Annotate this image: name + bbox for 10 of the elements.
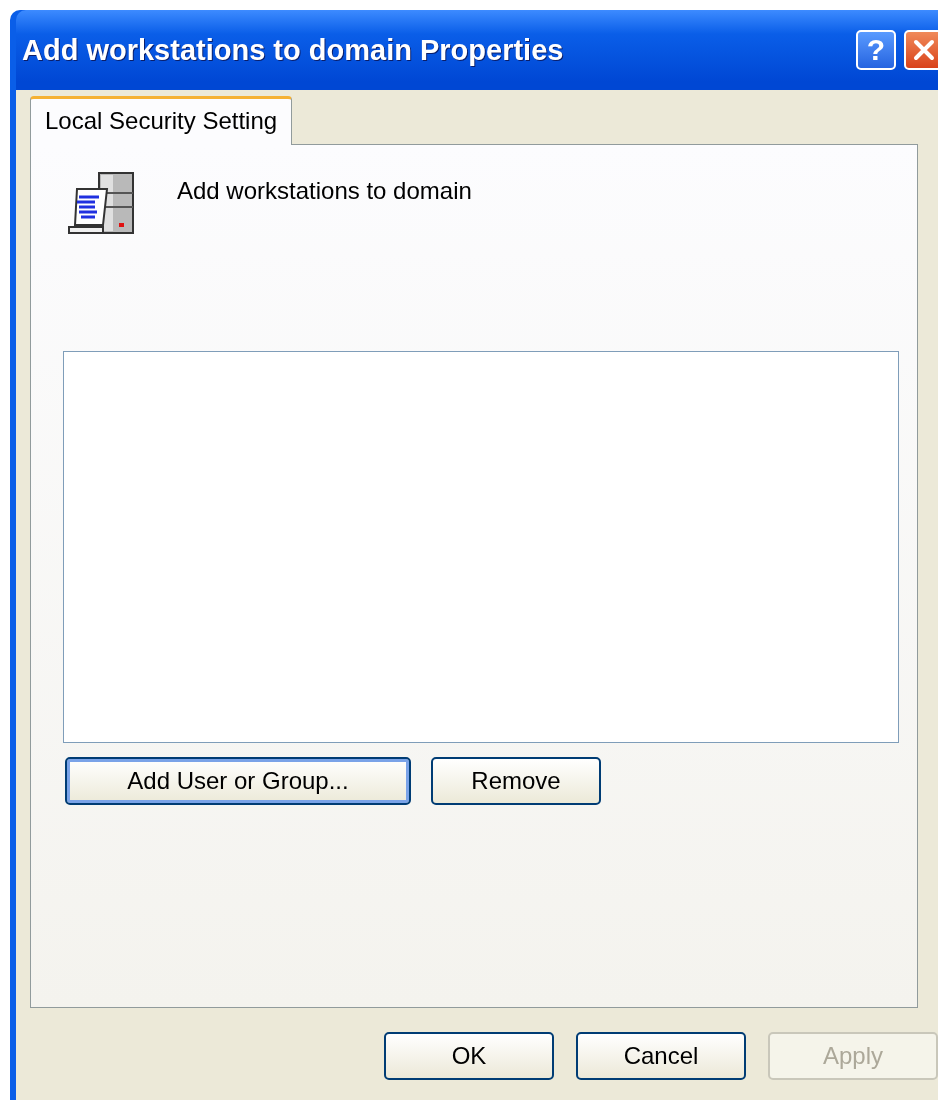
ok-button[interactable]: OK [384, 1032, 554, 1080]
remove-button[interactable]: Remove [431, 757, 601, 805]
help-button[interactable]: ? [856, 30, 896, 70]
cancel-button[interactable]: Cancel [576, 1032, 746, 1080]
tab[interactable]: Local Security Setting [30, 96, 293, 145]
window-title: Add workstations to domain Properties [22, 33, 565, 67]
close-icon [911, 37, 937, 63]
close-button[interactable] [904, 30, 938, 70]
policy-name: Add workstations to domain [177, 176, 472, 205]
add-user-or-group-button[interactable]: Add User or Group... [65, 757, 411, 805]
